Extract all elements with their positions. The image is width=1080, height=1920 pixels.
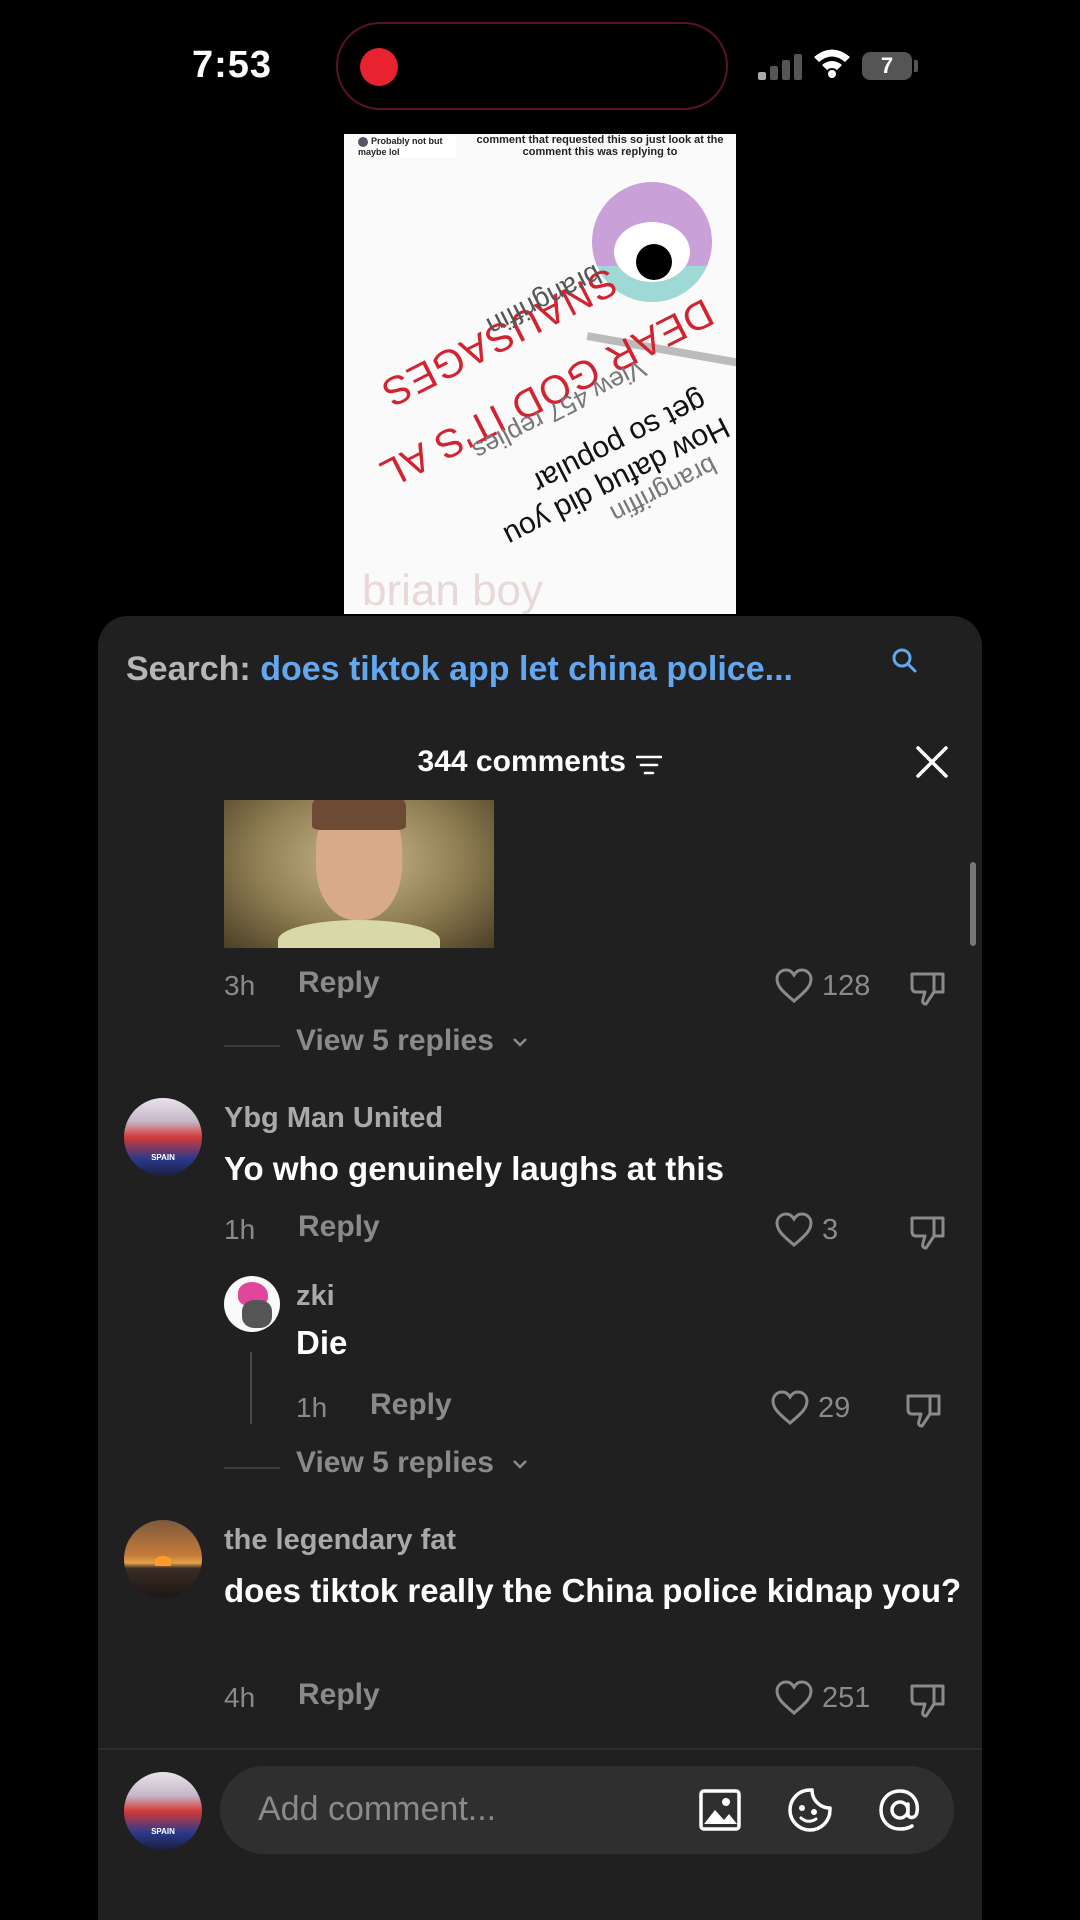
video-note-left: Probably not but maybe lol: [358, 136, 456, 157]
cellular-signal-icon: [758, 50, 804, 80]
reply-avatar[interactable]: [224, 1276, 280, 1332]
comment-meta: 4h Reply: [224, 1678, 424, 1722]
search-label: Search:: [126, 650, 251, 688]
comment-age: 3h: [224, 970, 256, 1001]
composer-divider: [98, 1748, 982, 1750]
battery-indicator: 7: [862, 52, 912, 80]
heart-icon: [775, 1212, 813, 1247]
reply-text: Die: [296, 1324, 348, 1361]
like-button[interactable]: 128: [774, 966, 884, 1010]
reply-meta: 1h Reply: [296, 1388, 496, 1432]
like-count: 3: [822, 1214, 839, 1246]
like-count: 128: [822, 970, 871, 1002]
filter-icon[interactable]: [636, 754, 663, 776]
reply-button[interactable]: Reply: [298, 1210, 380, 1244]
comment-input-placeholder: Add comment...: [258, 1790, 497, 1828]
view-replies-button[interactable]: View 5 replies: [224, 1024, 544, 1068]
comment-age: 1h: [224, 1214, 256, 1245]
dislike-icon[interactable]: [908, 1680, 948, 1720]
comment-list: 3h Reply 128 View 5 replies SPAIN Ybg Ma…: [98, 796, 982, 1746]
chevron-down-icon: [513, 1460, 527, 1469]
like-button[interactable]: 251: [774, 1678, 884, 1722]
close-icon[interactable]: [904, 732, 960, 792]
thread-dash: [224, 1467, 280, 1469]
image-icon[interactable]: [696, 1786, 744, 1834]
heart-icon: [775, 968, 813, 1003]
emoji-icon[interactable]: [786, 1786, 834, 1834]
search-suggestion[interactable]: Search: does tiktok app let china police…: [126, 648, 956, 694]
search-query[interactable]: does tiktok app let china police...: [260, 650, 793, 688]
comments-header: 344 comments: [98, 732, 982, 792]
comment-username[interactable]: Ybg Man United: [224, 1102, 443, 1135]
reply-username[interactable]: zki: [296, 1280, 335, 1313]
reply-button[interactable]: Reply: [298, 1678, 380, 1712]
reply-age: 1h: [296, 1392, 328, 1423]
dislike-icon[interactable]: [908, 1212, 948, 1252]
dynamic-island[interactable]: [336, 22, 728, 110]
like-count: 251: [822, 1682, 871, 1714]
status-bar: 7:53 7: [0, 0, 1080, 130]
comment-meta: 3h Reply: [224, 966, 424, 1010]
video-player[interactable]: Probably not but maybe lol comment that …: [344, 134, 736, 614]
comment-text: Yo who genuinely laughs at this: [224, 1150, 724, 1187]
thread-dash: [224, 1045, 280, 1047]
like-button[interactable]: 3: [774, 1210, 884, 1254]
comments-sheet: Search: does tiktok app let china police…: [98, 616, 982, 1920]
wifi-icon: [814, 49, 850, 78]
chevron-down-icon: [513, 1038, 527, 1047]
like-button[interactable]: 29: [770, 1388, 880, 1432]
comment-text: does tiktok really the China police kidn…: [224, 1572, 962, 1609]
comment-username[interactable]: the legendary fat: [224, 1524, 456, 1557]
video-note-right: comment that requested this so just look…: [476, 134, 724, 158]
mention-icon[interactable]: [876, 1786, 924, 1834]
dislike-icon[interactable]: [904, 1390, 944, 1430]
view-replies-button[interactable]: View 5 replies: [224, 1446, 544, 1490]
comment-input[interactable]: Add comment...: [220, 1766, 954, 1854]
reply-button[interactable]: Reply: [370, 1388, 452, 1422]
note-avatar: [358, 136, 368, 147]
search-icon[interactable]: [890, 646, 918, 674]
battery-tip: [914, 60, 918, 72]
comment-image[interactable]: [224, 800, 494, 948]
reply-button[interactable]: Reply: [298, 966, 380, 1000]
avatar[interactable]: SPAIN: [124, 1098, 202, 1176]
heart-icon: [775, 1680, 813, 1715]
screen-recording-icon: [360, 48, 398, 86]
heart-icon: [771, 1390, 809, 1425]
thread-line: [250, 1352, 252, 1424]
comment-meta: 1h Reply: [224, 1210, 424, 1254]
avatar[interactable]: [124, 1520, 202, 1598]
my-avatar: SPAIN: [124, 1772, 202, 1850]
like-count: 29: [818, 1392, 851, 1424]
comment-age: 4h: [224, 1682, 256, 1713]
dislike-icon[interactable]: [908, 968, 948, 1008]
status-time: 7:53: [192, 44, 273, 86]
comment-count: 344 comments: [417, 745, 626, 778]
video-watermark: brian boy: [362, 566, 544, 614]
